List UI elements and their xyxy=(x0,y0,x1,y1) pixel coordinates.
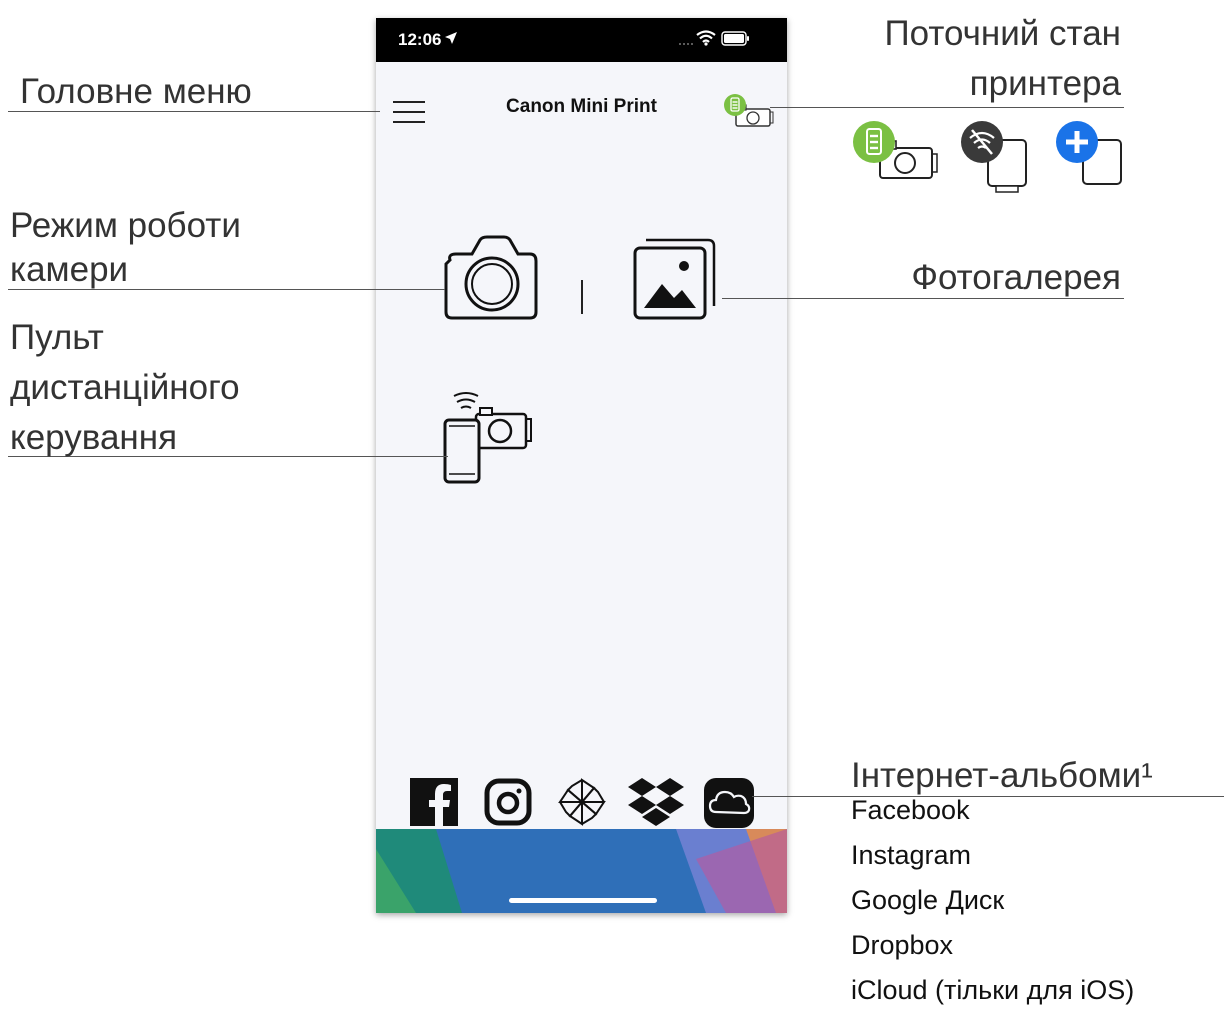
album-item-facebook: Facebook xyxy=(851,795,970,825)
status-time: 12:06 xyxy=(398,30,442,49)
album-item-instagram: Instagram xyxy=(851,840,972,870)
printer-battery-icon[interactable] xyxy=(724,93,776,134)
signal-icon xyxy=(678,33,696,51)
gallery-label: Фотогалерея xyxy=(911,258,1121,297)
phone-remote-icon[interactable] xyxy=(442,388,542,493)
home-indicator[interactable] xyxy=(509,898,657,903)
printer-battery-icon xyxy=(852,120,942,191)
album-item-google-drive: Google Диск xyxy=(851,885,1005,915)
camera-icon[interactable] xyxy=(442,234,542,325)
divider xyxy=(581,280,583,314)
printer-status-leader-line xyxy=(770,107,1124,108)
dropbox-icon[interactable] xyxy=(626,776,686,835)
main-menu-label: Головне меню xyxy=(20,72,252,111)
printer-status-label-line1: Поточний стан xyxy=(884,14,1121,53)
instagram-icon[interactable] xyxy=(484,778,532,831)
icloud-icon[interactable] xyxy=(704,778,754,833)
facebook-icon[interactable] xyxy=(410,778,458,831)
gallery-leader-line xyxy=(722,298,1124,299)
battery-status-icon xyxy=(721,31,751,52)
remote-label-line3: керування xyxy=(10,418,178,457)
album-item-icloud: iCloud (тільки для iOS) xyxy=(851,975,1135,1005)
google-drive-icon[interactable] xyxy=(554,774,610,835)
location-arrow-icon xyxy=(444,31,458,50)
album-item-dropbox: Dropbox xyxy=(851,930,954,960)
printer-add-icon xyxy=(1055,120,1127,191)
gallery-icon[interactable] xyxy=(632,234,720,327)
printer-status-label-line2: принтера xyxy=(969,64,1121,103)
wifi-icon xyxy=(696,30,716,51)
camera-mode-label-line1: Режим роботи xyxy=(10,206,241,245)
printer-disconnected-icon xyxy=(960,120,1032,199)
status-bar: 12:06 xyxy=(376,18,787,62)
phone-screen: 12:06 Canon Mini Print xyxy=(376,18,787,913)
remote-label-line2: дистанційного xyxy=(10,368,240,407)
social-album-list: Facebook Instagram Google Диск Dropbox i… xyxy=(851,788,1134,1013)
remote-label-line1: Пульт xyxy=(10,318,104,357)
camera-mode-label-line2: камери xyxy=(10,250,129,289)
